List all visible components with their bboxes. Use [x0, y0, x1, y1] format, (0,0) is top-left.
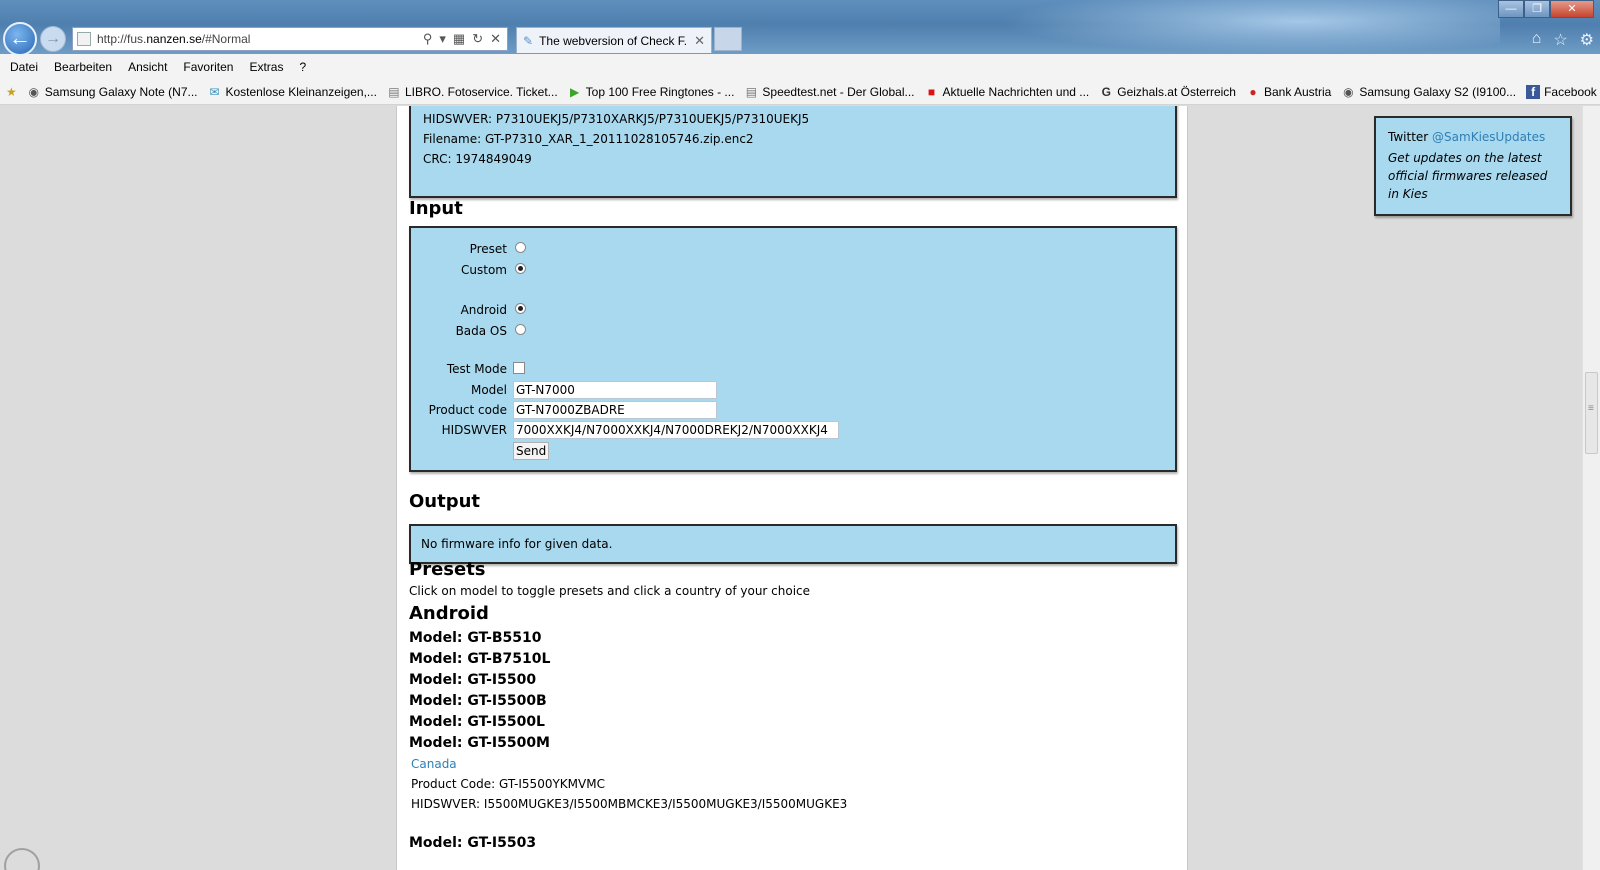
page-viewport: HIDSWVER: P7310UEKJ5/P7310XARKJ5/P7310UE…	[0, 106, 1582, 870]
menu-item-help[interactable]: ?	[299, 60, 306, 74]
info-filename: Filename: GT-P7310_XAR_1_20111028105746.…	[423, 132, 754, 146]
menu-item-datei[interactable]: Datei	[10, 60, 38, 74]
info-crc: CRC: 1974849049	[423, 152, 532, 166]
favorite-link[interactable]: f Facebook	[1526, 84, 1597, 99]
android-icon: ◉	[1343, 84, 1354, 99]
page-icon: ▤	[388, 84, 400, 99]
custom-radio[interactable]	[515, 263, 526, 274]
compatibility-view-icon[interactable]: ▦	[453, 31, 465, 47]
twitter-description: Get updates on the latest official firmw…	[1388, 151, 1548, 201]
menu-item-extras[interactable]: Extras	[249, 60, 283, 74]
back-button[interactable]: ←	[3, 22, 37, 56]
favorite-link[interactable]: ▤ LIBRO. Fotoservice. Ticket...	[387, 84, 557, 99]
presets-hint: Click on model to toggle presets and cli…	[409, 584, 811, 598]
preset-model[interactable]: Model: GT-B5510	[409, 630, 542, 646]
favorite-link[interactable]: ◉ Samsung Galaxy S2 (I9100...	[1341, 85, 1516, 99]
maximize-button[interactable]: ❐	[1524, 0, 1550, 18]
output-message: No firmware info for given data.	[421, 537, 613, 551]
test-mode-checkbox[interactable]	[513, 362, 525, 374]
menu-item-bearbeiten[interactable]: Bearbeiten	[54, 60, 112, 74]
favorite-link[interactable]: G Geizhals.at Österreich	[1099, 85, 1236, 99]
close-window-button[interactable]: ✕	[1550, 0, 1594, 18]
forward-button[interactable]: →	[40, 26, 66, 52]
favorite-link[interactable]: ◉ Samsung Galaxy Note (N7...	[27, 85, 198, 99]
custom-label: Custom	[461, 263, 507, 277]
twitter-handle-link[interactable]: @SamKiesUpdates	[1432, 130, 1545, 144]
hidswver-input[interactable]: 7000XXKJ4/N7000XXKJ4/N7000DREKJ2/N7000XX…	[513, 421, 839, 439]
firmware-info-box: HIDSWVER: P7310UEKJ5/P7310XARKJ5/P7310UE…	[409, 106, 1177, 198]
url-text[interactable]: http://fus.nanzen.se/#Normal	[97, 32, 423, 46]
search-icon[interactable]: ⚲	[423, 31, 433, 47]
preset-model[interactable]: Model: GT-B7510L	[409, 651, 550, 667]
menu-item-favoriten[interactable]: Favoriten	[183, 60, 233, 74]
android-icon: ◉	[28, 84, 39, 99]
android-radio[interactable]	[515, 303, 526, 314]
menu-bar: Datei Bearbeiten Ansicht Favoriten Extra…	[0, 54, 1600, 79]
presets-heading: Presets	[409, 559, 486, 580]
bada-os-label: Bada OS	[455, 324, 507, 338]
g-icon: G	[1101, 84, 1111, 99]
vertical-scrollbar[interactable]	[1582, 106, 1600, 870]
tab-title: The webversion of Check F...	[539, 33, 689, 48]
menu-item-ansicht[interactable]: Ansicht	[128, 60, 167, 74]
twitter-label: Twitter	[1388, 130, 1429, 144]
address-bar[interactable]: http://fus.nanzen.se/#Normal ⚲ ▾ ▦ ↻ ✕	[72, 27, 508, 51]
preset-label: Preset	[469, 242, 507, 256]
test-mode-label: Test Mode	[446, 362, 507, 376]
preset-model[interactable]: Model: GT-I5500M	[409, 735, 550, 751]
favorites-bar: ★ ◉ Samsung Galaxy Note (N7... ✉ Kostenlos…	[0, 79, 1600, 105]
favorites-star-icon[interactable]: ☆	[1553, 30, 1567, 50]
preset-hidswver: HIDSWVER: I5500MUGKE3/I5500MBMCKE3/I5500…	[411, 797, 848, 811]
refresh-icon[interactable]: ↻	[472, 31, 483, 47]
facebook-icon: f	[1526, 84, 1541, 99]
settings-gear-icon[interactable]: ⚙	[1580, 30, 1594, 50]
preset-product-code: Product Code: GT-I5500YKMVMC	[411, 777, 605, 791]
new-tab-button[interactable]	[714, 27, 742, 51]
preset-model[interactable]: Model: GT-I5500B	[409, 693, 547, 709]
tab-page-icon: ✎	[523, 33, 534, 48]
favorite-link[interactable]: ▤ Speedtest.net - Der Global...	[744, 84, 915, 99]
scrollbar-thumb[interactable]	[1585, 372, 1598, 454]
play-icon: ▶	[570, 84, 580, 99]
preset-model[interactable]: Model: GT-I5500	[409, 672, 536, 688]
home-icon[interactable]: ⌂	[1532, 30, 1542, 50]
tab-close-icon[interactable]: ✕	[694, 33, 705, 49]
favorite-link[interactable]: ■ Aktuelle Nachrichten und ...	[925, 84, 1089, 99]
input-heading: Input	[409, 198, 463, 219]
chat-icon: ✉	[209, 84, 220, 99]
hidswver-label: HIDSWVER	[441, 423, 507, 437]
dropdown-arrow-icon[interactable]: ▾	[439, 31, 446, 47]
preset-model[interactable]: Model: GT-I5503	[409, 835, 536, 851]
product-code-input[interactable]: GT-N7000ZBADRE	[513, 401, 717, 419]
favorite-link[interactable]: ✉ Kostenlose Kleinanzeigen,...	[208, 84, 376, 99]
model-label: Model	[470, 383, 507, 397]
news-icon: ■	[927, 84, 936, 99]
model-input[interactable]: GT-N7000	[513, 381, 717, 399]
product-code-label: Product code	[428, 403, 507, 417]
preset-model[interactable]: Model: GT-I5500L	[409, 714, 545, 730]
output-box: No firmware info for given data.	[409, 524, 1177, 564]
android-heading: Android	[409, 603, 489, 624]
page-icon	[77, 32, 91, 46]
minimize-button[interactable]: —	[1498, 0, 1524, 18]
stop-icon[interactable]: ✕	[490, 31, 501, 47]
android-label: Android	[460, 303, 507, 317]
page-content: HIDSWVER: P7310UEKJ5/P7310XARKJ5/P7310UE…	[396, 106, 1188, 870]
page-icon: ▤	[745, 84, 758, 99]
favorites-star-add-icon[interactable]: ★	[6, 85, 17, 99]
output-heading: Output	[409, 491, 481, 512]
preset-radio[interactable]	[515, 242, 526, 253]
tab-active[interactable]: ✎ The webversion of Check F... ✕	[516, 27, 712, 53]
send-button[interactable]: Send	[513, 442, 550, 460]
preset-country-link[interactable]: Canada	[411, 757, 457, 771]
twitter-box: Twitter @SamKiesUpdates Get updates on t…	[1374, 116, 1572, 216]
favorite-link[interactable]: ● Bank Austria	[1246, 85, 1331, 99]
input-box: Preset Custom Android Bada OS Test Mode …	[409, 226, 1177, 472]
bada-os-radio[interactable]	[515, 324, 526, 335]
info-hidswver: HIDSWVER: P7310UEKJ5/P7310XARKJ5/P7310UE…	[423, 112, 810, 126]
favorite-link[interactable]: ▶ Top 100 Free Ringtones - ...	[568, 84, 734, 99]
bank-icon: ●	[1249, 84, 1257, 99]
